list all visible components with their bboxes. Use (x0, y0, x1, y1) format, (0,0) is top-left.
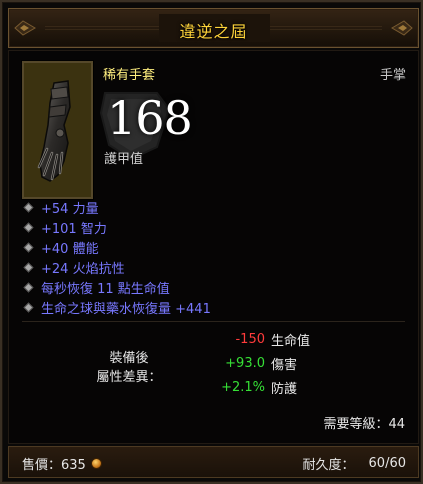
affix-item: +40 體能 (23, 237, 403, 257)
sell-price: 售價：635 (22, 454, 102, 473)
affix-text: +24 火焰抗性 (41, 261, 125, 277)
durability-label: 耐久度： (302, 458, 355, 473)
comparison-value: +2.1% (221, 379, 265, 395)
affix-item: +24 火焰抗性 (23, 257, 403, 277)
affix-item: 生命之球與藥水恢復量 +441 (23, 297, 403, 317)
required-level: 需要等級：44 (323, 417, 405, 432)
armor-label: 護甲值 (104, 152, 144, 167)
tooltip-header: 違逆之屆 (8, 8, 419, 48)
affix-bullet-icon (23, 202, 34, 212)
armor-value: 168 (107, 91, 193, 145)
tooltip-body: 稀有手套 手掌 168 護甲值 +54 力量 +101 智力 +40 體能 +2… (8, 50, 419, 444)
affix-bullet-icon (23, 282, 34, 292)
affix-text: 每秒恢復 11 點生命值 (41, 281, 170, 297)
comparison-value: +93.0 (225, 355, 265, 371)
section-divider (22, 321, 405, 322)
affix-item: 每秒恢復 11 點生命值 (23, 277, 403, 297)
affix-bullet-icon (23, 302, 34, 312)
comparison-label: 裝備後 屬性差異： (69, 349, 189, 387)
comparison-row-life: -150 生命值 (199, 327, 399, 351)
affix-bullet-icon (23, 222, 34, 232)
comparison-stat: 防護 (271, 381, 298, 397)
sell-price-label: 售價：635 (22, 458, 86, 473)
gauntlet-icon (24, 63, 91, 197)
affix-item: +101 智力 (23, 217, 403, 237)
item-icon-frame (22, 61, 93, 199)
comparison-row-damage: +93.0 傷害 (199, 351, 399, 375)
item-slot-type: 手掌 (379, 68, 406, 83)
item-tooltip: 違逆之屆 稀有手套 手掌 168 護甲值 +54 力量 +101 智力 +40 … (0, 0, 423, 484)
comparison-stat: 生命值 (271, 333, 311, 349)
durability-value: 60/60 (368, 456, 406, 471)
ornament-right-icon (391, 20, 413, 36)
affix-list: +54 力量 +101 智力 +40 體能 +24 火焰抗性 每秒恢復 11 點… (23, 197, 403, 317)
affix-text: +40 體能 (41, 241, 99, 257)
comparison-label-line1: 裝備後 (109, 351, 149, 366)
durability: 耐久度： 60/60 (303, 454, 406, 473)
affix-text: +54 力量 (41, 201, 99, 217)
item-title: 違逆之屆 (179, 22, 248, 41)
affix-bullet-icon (23, 242, 34, 252)
comparison-label-line2: 屬性差異： (96, 370, 162, 385)
affix-item: +54 力量 (23, 197, 403, 217)
gold-coin-icon (90, 458, 102, 469)
comparison-value: -150 (235, 331, 265, 347)
affix-text: 生命之球與藥水恢復量 +441 (41, 301, 211, 317)
comparison-row-defense: +2.1% 防護 (199, 375, 399, 399)
affix-text: +101 智力 (41, 221, 107, 237)
comparison-stats: -150 生命值 +93.0 傷害 +2.1% 防護 (199, 327, 399, 399)
tooltip-footer: 售價：635 耐久度： 60/60 (8, 446, 419, 478)
item-rarity-name: 稀有手套 (103, 68, 156, 83)
affix-bullet-icon (23, 262, 34, 272)
comparison-stat: 傷害 (271, 357, 298, 373)
